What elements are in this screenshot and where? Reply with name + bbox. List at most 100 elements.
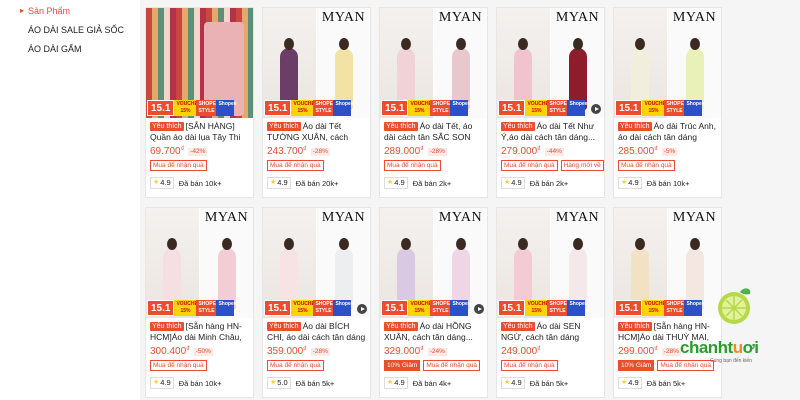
product-card[interactable]: MYAN 15.1 VOUCHER 15% SHOPEE STYLE Shopee Yêu… bbox=[613, 7, 722, 198]
brand-watermark: MYAN bbox=[321, 210, 366, 225]
rating-badge: ★ 4.9 bbox=[267, 177, 291, 189]
promo-tag: Mua để nhận quà bbox=[267, 360, 324, 371]
promo-style: Shopee bbox=[684, 100, 705, 116]
tag-list: Mua để nhận quà bbox=[384, 160, 483, 171]
promo-voucher: VOUCHER 15% bbox=[408, 300, 436, 316]
promo-style: Shopee bbox=[450, 300, 471, 316]
favorite-badge: Yêu thích bbox=[150, 122, 184, 131]
discount-badge: -42% bbox=[188, 147, 208, 156]
promo-voucher: VOUCHER 15% bbox=[642, 300, 670, 316]
promo-voucher: VOUCHER 15% bbox=[291, 300, 319, 316]
promo-mall: SHOPEE STYLE bbox=[430, 300, 454, 316]
promo-banner: 15.1 VOUCHER 15% SHOPEE STYLE Shopee bbox=[498, 300, 603, 316]
favorite-badge: Yêu thích bbox=[267, 322, 301, 331]
product-card[interactable]: MYAN 15.1 VOUCHER 15% SHOPEE STYLE Shopee Yêu… bbox=[145, 207, 254, 398]
promo-day: 15.1 bbox=[264, 100, 292, 116]
product-image: MYAN 15.1 VOUCHER 15% SHOPEE STYLE Shopee bbox=[263, 208, 370, 318]
star-icon: ★ bbox=[387, 179, 394, 186]
sold-count: Đã bán 10k+ bbox=[178, 378, 222, 388]
product-card[interactable]: MYAN 15.1 VOUCHER 15% SHOPEE STYLE Shopee Yêu… bbox=[379, 207, 488, 398]
promo-tag: Mua để nhận quà bbox=[501, 360, 558, 371]
promo-tag: Mua để nhận quà bbox=[150, 360, 207, 371]
promo-tag: Mua để nhận quà bbox=[501, 160, 558, 171]
brand-watermark: MYAN bbox=[438, 210, 483, 225]
product-price: 329.000₫ bbox=[384, 346, 424, 357]
promo-mall: SHOPEE STYLE bbox=[196, 100, 220, 116]
product-title[interactable]: Yêu thích [SẴN HÀNG] Quần áo dài lụa Tây … bbox=[150, 121, 249, 143]
sidebar-item-brocade[interactable]: ÁO DÀI GẤM bbox=[28, 42, 140, 56]
promo-day: 15.1 bbox=[147, 300, 175, 316]
product-title[interactable]: Yêu thích Áo dài Tết, áo dài cách tân SẮC… bbox=[384, 121, 483, 143]
video-play-icon[interactable] bbox=[357, 304, 367, 314]
rating-badge: ★ 4.9 bbox=[618, 377, 642, 389]
product-price: 300.400₫ bbox=[150, 346, 190, 357]
tag-list: Mua để nhận quà bbox=[618, 160, 717, 171]
promo-tag: Mua để nhận quà bbox=[384, 160, 441, 171]
product-title[interactable]: Yêu thích Áo dài HỒNG XUÂN, cách tân dáng… bbox=[384, 321, 483, 343]
lime-icon bbox=[718, 288, 751, 324]
sidebar-item-products[interactable]: Sản Phẩm bbox=[20, 4, 140, 18]
promo-style: Shopee bbox=[333, 300, 354, 316]
promo-voucher: VOUCHER 15% bbox=[291, 100, 319, 116]
product-title[interactable]: Yêu thíchÁo dài Tết TƯỜNG XUÂN, cách tân… bbox=[267, 121, 366, 143]
sold-count: Đã bán 2k+ bbox=[529, 178, 569, 188]
star-icon: ★ bbox=[504, 379, 511, 386]
sold-count: Đã bán 5k+ bbox=[529, 378, 569, 388]
discount-badge: -28% bbox=[427, 147, 447, 156]
promo-mall: SHOPEE STYLE bbox=[664, 100, 688, 116]
star-icon: ★ bbox=[621, 179, 628, 186]
video-play-icon[interactable] bbox=[474, 304, 484, 314]
promo-day: 15.1 bbox=[615, 300, 643, 316]
favorite-badge: Yêu thích bbox=[384, 122, 418, 131]
rating-badge: ★ 4.9 bbox=[150, 177, 174, 189]
promo-style: Shopee bbox=[216, 100, 237, 116]
product-image: MYAN 15.1 VOUCHER 15% SHOPEE STYLE Shopee bbox=[380, 208, 487, 318]
product-title[interactable]: Yêu thích [Sẵn hàng HN-HCM]Áo dài Minh Ch… bbox=[150, 321, 249, 343]
product-card[interactable]: MYAN 15.1 VOUCHER 15% SHOPEE STYLE Shopee Yêu… bbox=[496, 7, 605, 198]
product-title[interactable]: Yêu thích Áo dài Tết Như Ý,áo dài cách tâ… bbox=[501, 121, 600, 143]
tag-list: Mua để nhận quà bbox=[150, 160, 249, 171]
rating-badge: ★ 4.9 bbox=[501, 377, 525, 389]
promo-tag: Mua để nhận quà bbox=[267, 160, 324, 171]
promo-mall: SHOPEE STYLE bbox=[196, 300, 220, 316]
promo-tag: 10% Giảm bbox=[384, 360, 421, 371]
promo-voucher: VOUCHER 15% bbox=[642, 100, 670, 116]
sidebar-item-sale[interactable]: ÁO DÀI SALE GIẢ SỐC bbox=[28, 23, 140, 37]
sold-count: Đã bán 10k+ bbox=[178, 178, 222, 188]
favorite-badge: Yêu thích bbox=[501, 122, 535, 131]
product-price: 249.000₫ bbox=[501, 346, 541, 357]
product-card[interactable]: 15.1 VOUCHER 15% SHOPEE STYLE Shopee Yêu thí… bbox=[145, 7, 254, 198]
product-title[interactable]: Yêu thích Áo dài Trúc Anh, áo dài cách tâ… bbox=[618, 121, 717, 143]
product-title[interactable]: Yêu thích Áo dài BÍCH CHI, áo dài cách tâ… bbox=[267, 321, 366, 343]
brand-watermark: MYAN bbox=[555, 10, 600, 25]
promo-voucher: VOUCHER 15% bbox=[174, 100, 202, 116]
product-price: 69.700₫ bbox=[150, 146, 185, 157]
promo-day: 15.1 bbox=[147, 100, 175, 116]
brand-watermark: MYAN bbox=[672, 10, 717, 25]
product-card[interactable]: MYAN 15.1 VOUCHER 15% SHOPEE STYLE Shopee Yêu… bbox=[496, 207, 605, 398]
promo-day: 15.1 bbox=[498, 100, 526, 116]
logo-wordmark: chanhtuơi bbox=[680, 338, 759, 357]
promo-banner: 15.1 VOUCHER 15% SHOPEE STYLE Shopee bbox=[147, 100, 252, 116]
product-card[interactable]: MYAN 15.1 VOUCHER 15% SHOPEE STYLE Shopee Yêu… bbox=[262, 7, 371, 198]
product-card[interactable]: MYAN 15.1 VOUCHER 15% SHOPEE STYLE Shopee Yêu… bbox=[262, 207, 371, 398]
tag-list: Mua để nhận quà bbox=[150, 360, 249, 371]
video-play-icon[interactable] bbox=[591, 104, 601, 114]
product-price: 285.000₫ bbox=[618, 146, 658, 157]
product-title[interactable]: Yêu thíchÁo dài SEN NGỪ, cách tân dáng s… bbox=[501, 321, 600, 343]
promo-day: 15.1 bbox=[381, 300, 409, 316]
star-icon: ★ bbox=[270, 179, 277, 186]
promo-banner: 15.1 VOUCHER 15% SHOPEE STYLE Shopee bbox=[381, 300, 486, 316]
star-icon: ★ bbox=[504, 179, 511, 186]
product-grid: 15.1 VOUCHER 15% SHOPEE STYLE Shopee Yêu thí… bbox=[145, 7, 725, 398]
product-price: 243.700₫ bbox=[267, 146, 307, 157]
favorite-badge: Yêu thích bbox=[150, 322, 184, 331]
product-card[interactable]: MYAN 15.1 VOUCHER 15% SHOPEE STYLE Shopee Yêu… bbox=[379, 7, 488, 198]
promo-mall: SHOPEE STYLE bbox=[547, 100, 571, 116]
sold-count: Đã bán 5k+ bbox=[295, 378, 335, 388]
brand-watermark: MYAN bbox=[204, 210, 249, 225]
promo-style: Shopee bbox=[567, 300, 588, 316]
star-icon: ★ bbox=[153, 179, 160, 186]
brand-watermark: MYAN bbox=[321, 10, 366, 25]
favorite-badge: Yêu thích bbox=[618, 122, 652, 131]
